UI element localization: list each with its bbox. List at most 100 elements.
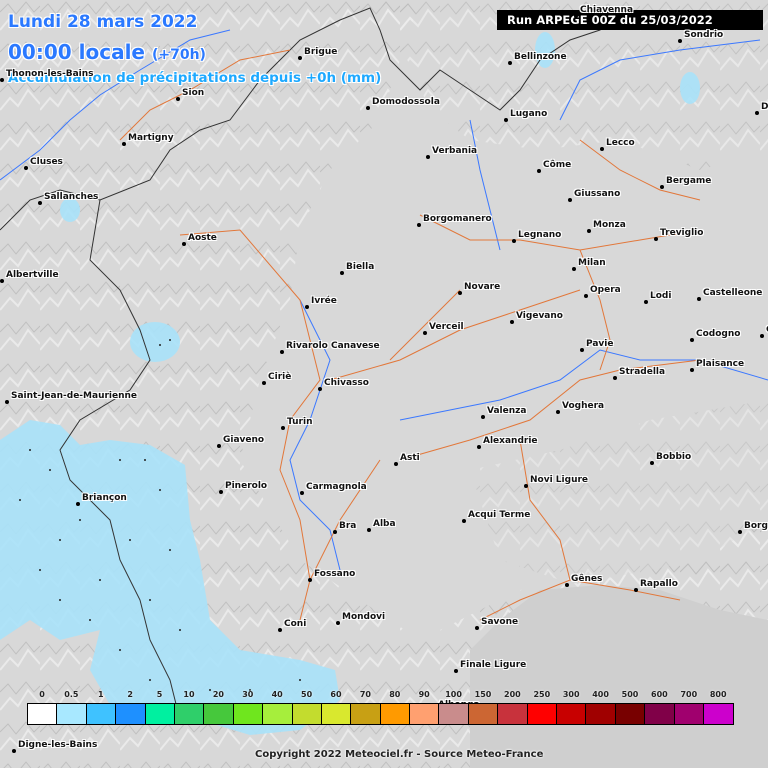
city-label: Voghera <box>562 401 605 411</box>
legend-label: 0 <box>39 690 45 699</box>
city-marker <box>738 530 742 534</box>
city-label: Novi Ligure <box>530 475 589 485</box>
city-label: Rapallo <box>640 579 678 589</box>
city-label: Pinerolo <box>225 481 268 491</box>
legend-label: 1 <box>98 690 104 699</box>
city-marker <box>308 578 312 582</box>
city-label: Carmagnola <box>306 482 367 492</box>
legend-swatch <box>410 704 440 724</box>
city-marker <box>600 147 604 151</box>
city-marker <box>504 118 508 122</box>
city-label: Stradella <box>619 367 666 377</box>
city-marker <box>176 97 180 101</box>
city-label: Cluses <box>30 157 63 167</box>
city-marker <box>512 239 516 243</box>
city-marker <box>660 185 664 189</box>
city-marker <box>584 294 588 298</box>
legend-swatch <box>174 704 205 724</box>
legend-label: 20 <box>212 690 224 699</box>
city-marker <box>475 626 479 630</box>
city-label: Castelleone <box>703 288 763 298</box>
city-marker <box>634 588 638 592</box>
city-marker <box>182 242 186 246</box>
legend-label: 30 <box>242 690 254 699</box>
city-label: Côme <box>543 160 572 170</box>
legend-swatch <box>204 704 234 724</box>
city-marker <box>613 376 617 380</box>
city-label: Ciriè <box>268 372 292 382</box>
city-marker <box>417 223 421 227</box>
city-label: Saint-Jean-de-Maurienne <box>11 391 138 401</box>
city-label: Borge <box>744 521 768 531</box>
city-label: Asti <box>400 453 420 463</box>
city-marker <box>318 387 322 391</box>
legend-swatch <box>233 704 264 724</box>
city-marker <box>510 320 514 324</box>
city-marker <box>0 279 4 283</box>
legend-color-scale <box>27 703 735 725</box>
city-label: Chiavenna <box>580 5 634 15</box>
city-label: Turin <box>287 417 313 427</box>
legend-label: 600 <box>651 690 668 699</box>
legend-swatch <box>321 704 352 724</box>
city-marker <box>280 350 284 354</box>
city-marker <box>300 491 304 495</box>
city-marker <box>462 519 466 523</box>
legend-label: 0.5 <box>64 690 79 699</box>
city-label: Thonon-les-Bains <box>6 69 94 79</box>
city-marker <box>477 445 481 449</box>
city-marker <box>426 155 430 159</box>
city-label: Opera <box>590 285 621 295</box>
legend-swatch <box>703 704 734 724</box>
legend-swatch <box>86 704 117 724</box>
city-label: Lecco <box>606 138 635 148</box>
city-label: Monza <box>593 220 626 230</box>
city-label: Fossano <box>314 569 356 579</box>
city-marker <box>654 237 658 241</box>
city-marker <box>394 462 398 466</box>
city-label: Biella <box>346 262 375 272</box>
legend-label: 800 <box>709 690 727 699</box>
city-label: Domodossola <box>372 97 440 107</box>
city-label: Bergame <box>666 176 712 186</box>
city-marker <box>298 56 302 60</box>
city-marker <box>76 502 80 506</box>
city-marker <box>650 461 654 465</box>
legend-swatch <box>351 704 381 724</box>
city-marker <box>690 338 694 342</box>
city-marker <box>537 169 541 173</box>
legend-label: 10 <box>183 690 195 699</box>
city-label: Valenza <box>487 406 527 416</box>
legend-label: 60 <box>330 690 342 699</box>
city-label: Albertville <box>6 270 59 280</box>
city-marker <box>278 628 282 632</box>
city-marker <box>574 14 578 18</box>
city-label: Plaisance <box>696 359 745 369</box>
legend-label: 500 <box>621 690 639 699</box>
legend-label: 400 <box>592 690 609 699</box>
legend-swatch <box>145 704 175 724</box>
city-marker <box>572 267 576 271</box>
legend-labels: 0 0.5 1 2 5 10 20 30 40 50 60 70 80 90 100 150 200 250 300… <box>16 690 756 702</box>
city-marker <box>508 61 512 65</box>
city-marker <box>5 400 9 404</box>
map-canvas <box>0 0 768 768</box>
city-label: Lugano <box>510 109 548 119</box>
legend-swatch <box>57 704 87 724</box>
legend-swatch <box>586 704 616 724</box>
city-label: Codogno <box>696 329 741 339</box>
city-marker <box>755 111 759 115</box>
city-label: Giussano <box>574 189 621 199</box>
legend-swatch <box>527 704 558 724</box>
city-label: Sondrio <box>684 30 724 40</box>
city-marker <box>423 331 427 335</box>
legend-label: 70 <box>359 690 371 699</box>
city-marker <box>454 669 458 673</box>
city-marker <box>458 291 462 295</box>
city-label: Briançon <box>82 493 127 503</box>
city-label: Borgomanero <box>423 214 492 224</box>
legend-swatch <box>498 704 528 724</box>
legend-label: 700 <box>680 690 698 699</box>
city-label: Dar <box>761 102 768 112</box>
city-label: Pavie <box>586 339 614 349</box>
